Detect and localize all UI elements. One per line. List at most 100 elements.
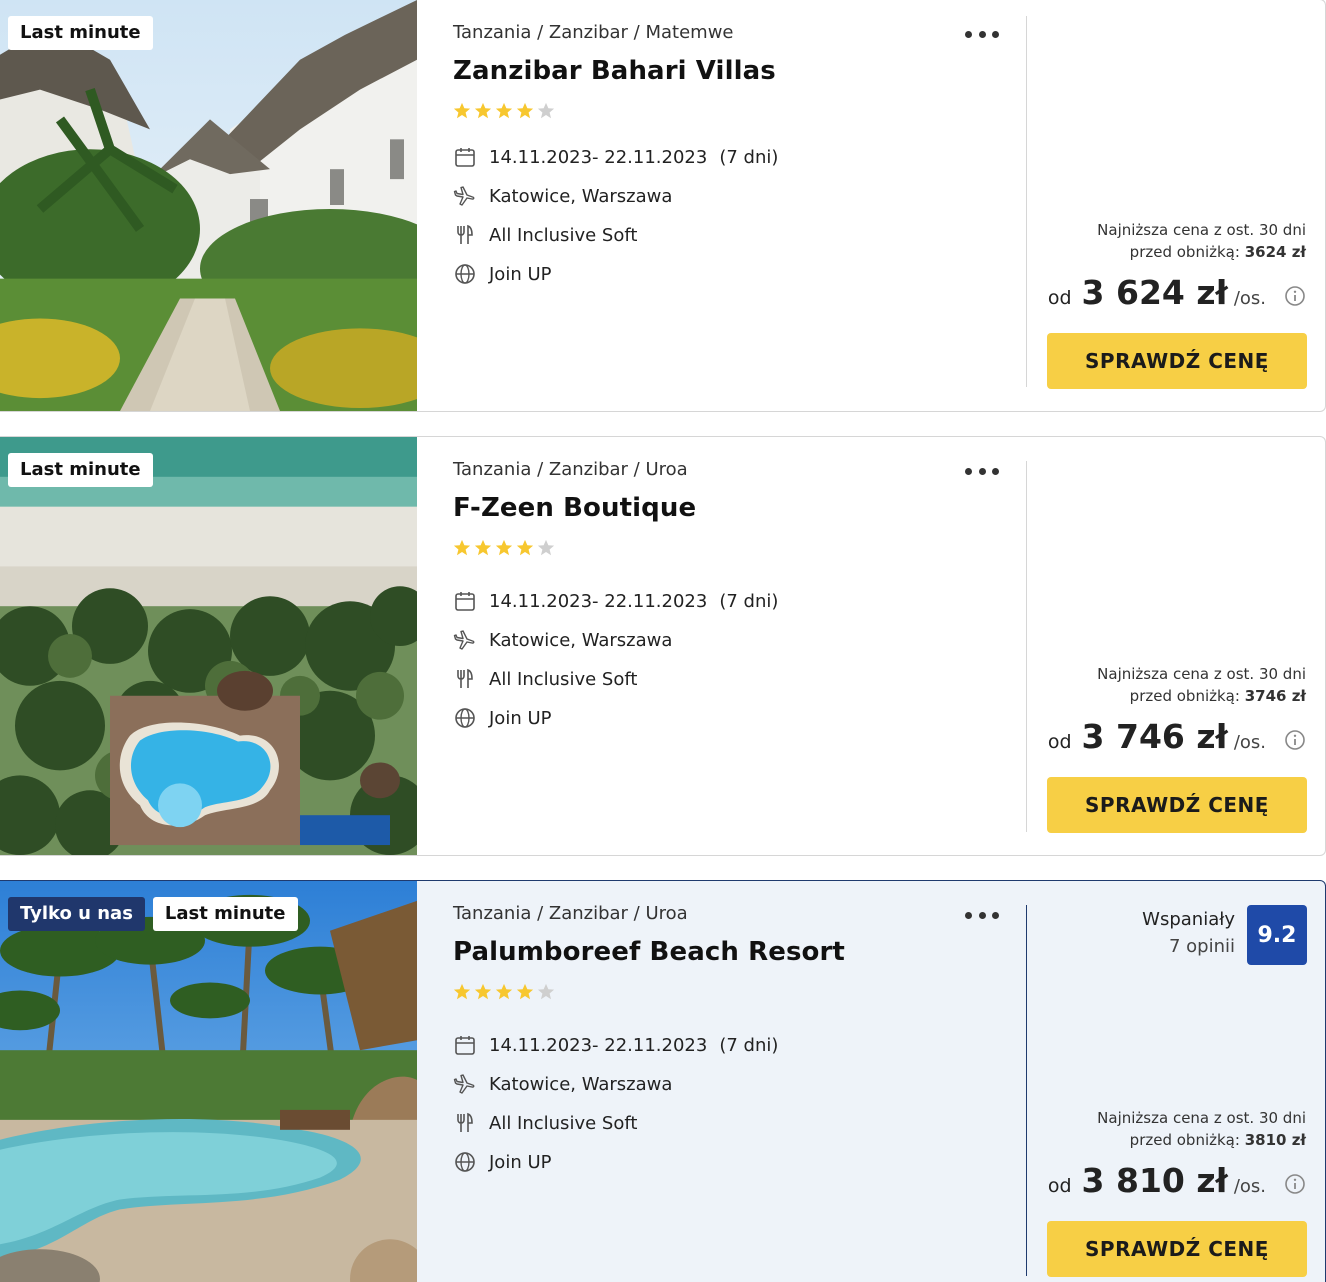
villas-image (0, 0, 417, 411)
cutlery-icon (453, 667, 477, 691)
lowest-price-prefix: przed obniżką: (1129, 687, 1240, 705)
offer-card[interactable]: Tylko u nas Last minute Tanzania / Zanzi… (0, 880, 1326, 1282)
globe-icon (453, 262, 477, 286)
plane-icon (453, 1072, 477, 1096)
breadcrumb-location: Tanzania / Zanzibar / Matemwe (453, 22, 734, 43)
hotel-name[interactable]: Zanzibar Bahari Villas (453, 56, 776, 86)
lowest-price-line1: Najniższa cena z ost. 30 dni (1097, 665, 1306, 683)
info-icon[interactable] (1284, 1173, 1306, 1195)
star-icon (474, 102, 492, 119)
rating-score-badge: 9.2 (1247, 905, 1307, 965)
price-from: od (1047, 731, 1072, 753)
star-icon (453, 539, 471, 556)
lowest-price-prefix: przed obniżką: (1129, 243, 1240, 261)
divider (1026, 16, 1027, 387)
cutlery-icon (453, 223, 477, 247)
hotel-name[interactable]: Palumboreef Beach Resort (453, 937, 845, 967)
check-price-button[interactable]: SPRAWDŹ CENĘ (1047, 333, 1307, 389)
calendar-icon (453, 589, 477, 613)
badge-only-here: Tylko u nas (8, 897, 145, 931)
globe-icon (453, 1150, 477, 1174)
board-text: All Inclusive Soft (489, 224, 638, 246)
lowest-price-line1: Najniższa cena z ost. 30 dni (1097, 1109, 1306, 1127)
price-block: Najniższa cena z ost. 30 dni przed obniż… (1026, 663, 1306, 756)
star-icon (453, 983, 471, 1000)
lowest-price-prefix: przed obniżką: (1129, 1131, 1240, 1149)
hotel-photo[interactable]: Tylko u nas Last minute (0, 881, 417, 1282)
info-icon[interactable] (1284, 285, 1306, 307)
price-amount: 3 810 zł (1081, 1161, 1228, 1200)
operator-text: Join UP (489, 707, 552, 729)
hotel-photo[interactable]: Last minute (0, 437, 417, 855)
star-icon (516, 983, 534, 1000)
departures-text: Katowice, Warszawa (489, 1073, 673, 1095)
duration-text: (7 dni) (719, 1034, 779, 1056)
check-price-button[interactable]: SPRAWDŹ CENĘ (1047, 777, 1307, 833)
price-block: Najniższa cena z ost. 30 dni przed obniż… (1026, 1107, 1306, 1200)
departures-row: Katowice, Warszawa (453, 183, 672, 209)
plane-icon (453, 628, 477, 652)
rating-label: Wspaniały (1142, 909, 1235, 930)
price-from: od (1047, 1175, 1072, 1197)
star-rating (453, 539, 555, 557)
calendar-icon (453, 1033, 477, 1057)
review-summary[interactable]: Wspaniały 7 opinii 9.2 (1040, 905, 1307, 965)
price-per-person: /os. (1233, 1176, 1266, 1197)
dates-row: 14.11.2023- 22.11.2023 (7 dni) (453, 588, 778, 614)
lowest-price-line1: Najniższa cena z ost. 30 dni (1097, 221, 1306, 239)
star-icon (516, 102, 534, 119)
star-icon (537, 539, 555, 556)
review-count[interactable]: 7 opinii (1142, 933, 1235, 961)
dates-row: 14.11.2023- 22.11.2023 (7 dni) (453, 144, 778, 170)
more-icon[interactable] (965, 905, 999, 925)
heart-icon[interactable] (357, 13, 395, 49)
star-icon (474, 983, 492, 1000)
more-icon[interactable] (965, 24, 999, 44)
price-from: od (1047, 287, 1072, 309)
divider (1026, 461, 1027, 832)
departures-row: Katowice, Warszawa (453, 1071, 672, 1097)
lowest-price-note: Najniższa cena z ost. 30 dni przed obniż… (1026, 663, 1306, 707)
star-icon (495, 983, 513, 1000)
badge-last-minute: Last minute (152, 897, 298, 931)
price-amount: 3 624 zł (1081, 273, 1228, 312)
operator-text: Join UP (489, 263, 552, 285)
dates-text: 14.11.2023- 22.11.2023 (489, 146, 708, 168)
offer-card[interactable]: Last minute Tanzania / Zanzibar / Uroa F… (0, 436, 1326, 856)
board-text: All Inclusive Soft (489, 668, 638, 690)
lowest-price-note: Najniższa cena z ost. 30 dni przed obniż… (1026, 219, 1306, 263)
price-block: Najniższa cena z ost. 30 dni przed obniż… (1026, 219, 1306, 312)
heart-icon[interactable] (357, 450, 395, 486)
star-icon (537, 102, 555, 119)
board-text: All Inclusive Soft (489, 1112, 638, 1134)
departures-row: Katowice, Warszawa (453, 627, 672, 653)
star-icon (516, 539, 534, 556)
badge-last-minute: Last minute (8, 16, 153, 50)
hotel-photo[interactable]: Last minute (0, 0, 417, 411)
board-row: All Inclusive Soft (453, 1110, 637, 1136)
more-icon[interactable] (965, 461, 999, 481)
operator-row: Join UP (453, 1149, 551, 1175)
hotel-name[interactable]: F-Zeen Boutique (453, 493, 696, 523)
info-icon[interactable] (1284, 729, 1306, 751)
board-row: All Inclusive Soft (453, 666, 637, 692)
calendar-icon (453, 145, 477, 169)
dates-row: 14.11.2023- 22.11.2023 (7 dni) (453, 1032, 778, 1058)
badge-last-minute: Last minute (8, 453, 153, 487)
dates-text: 14.11.2023- 22.11.2023 (489, 1034, 708, 1056)
star-icon (453, 102, 471, 119)
departures-text: Katowice, Warszawa (489, 185, 673, 207)
star-icon (495, 102, 513, 119)
cutlery-icon (453, 1111, 477, 1135)
duration-text: (7 dni) (719, 146, 779, 168)
lowest-price-value: 3810 zł (1244, 1131, 1306, 1149)
globe-icon (453, 706, 477, 730)
operator-text: Join UP (489, 1151, 552, 1173)
lowest-price-note: Najniższa cena z ost. 30 dni przed obniż… (1026, 1107, 1306, 1151)
price-per-person: /os. (1233, 288, 1266, 309)
lowest-price-value: 3746 zł (1244, 687, 1306, 705)
resort-pool-image (0, 881, 417, 1282)
offer-card[interactable]: Last minute Tanzania / Zanzibar / Matemw… (0, 0, 1326, 412)
check-price-button[interactable]: SPRAWDŹ CENĘ (1047, 1221, 1307, 1277)
heart-icon[interactable] (357, 894, 395, 930)
